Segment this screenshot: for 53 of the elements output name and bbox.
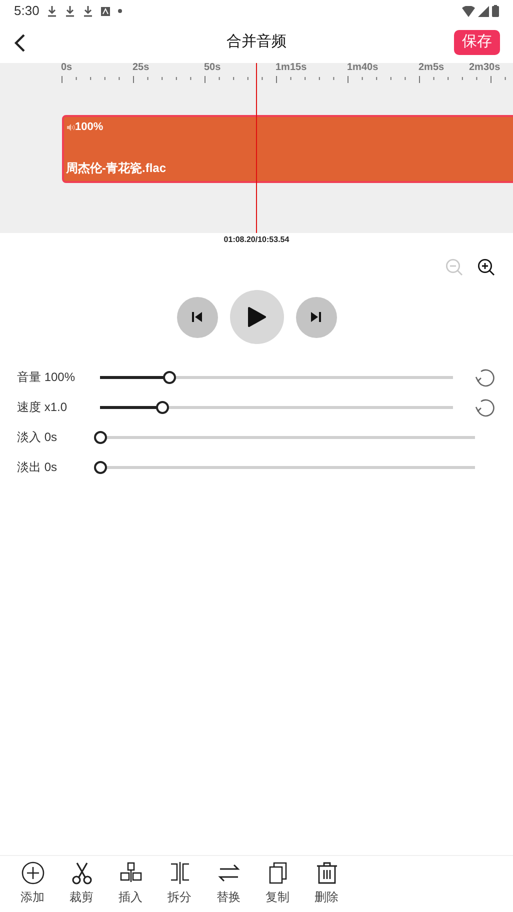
clip-name: 周杰伦-青花瓷.flac <box>66 162 166 174</box>
ruler-label: 2m30s <box>469 63 500 73</box>
ruler-label: 2m5s <box>418 63 444 73</box>
ruler-label: 50s <box>204 63 221 73</box>
slider-thumb[interactable] <box>156 400 170 414</box>
download-icon <box>47 5 58 17</box>
add-icon <box>20 861 44 885</box>
slider-thumb[interactable] <box>94 460 107 474</box>
blocks-icon <box>118 861 142 885</box>
slider-thumb[interactable] <box>94 430 107 444</box>
delete-button[interactable]: 删除 <box>302 861 351 906</box>
ruler-label: 25s <box>132 63 150 73</box>
wifi-icon <box>462 6 475 16</box>
replace-button[interactable]: 替换 <box>204 861 253 906</box>
slider-thumb[interactable] <box>163 370 176 384</box>
cut-button[interactable]: 裁剪 <box>57 861 106 906</box>
copy-button[interactable]: 复制 <box>253 861 302 906</box>
speaker-icon <box>67 124 75 131</box>
audio-clip[interactable]: 100% 周杰伦-青花瓷.flac <box>62 115 513 183</box>
ruler-label: 0s <box>61 63 72 73</box>
slider-track[interactable] <box>94 460 475 474</box>
download-icon <box>65 5 76 17</box>
ruler-label: 1m15s <box>276 63 307 73</box>
save-button[interactable]: 保存 <box>454 30 500 55</box>
playback-position: 01:08.20/10:53.54 <box>224 234 290 246</box>
insert-button[interactable]: 插入 <box>106 861 155 906</box>
signal-icon <box>478 6 489 16</box>
skip-forward-icon <box>311 312 321 322</box>
add-button[interactable]: 添加 <box>8 861 57 906</box>
play-icon <box>248 307 266 327</box>
zoom-in-button[interactable] <box>477 258 495 276</box>
split-button[interactable]: 拆分 <box>155 861 204 906</box>
status-time: 5:30 <box>14 2 40 20</box>
slider-label: 淡入 0s <box>17 429 58 446</box>
ruler-label: 1m40s <box>347 63 378 73</box>
reset-button[interactable] <box>475 397 495 417</box>
notification-icon <box>101 6 110 16</box>
clip-volume: 100% <box>75 120 104 135</box>
play-button[interactable] <box>230 290 284 344</box>
slider-label: 速度 x1.0 <box>17 399 68 416</box>
skip-back-icon <box>192 312 202 322</box>
previous-button[interactable] <box>176 296 218 338</box>
scissors-icon <box>70 861 94 885</box>
next-button[interactable] <box>296 296 336 338</box>
slider-track[interactable] <box>94 430 475 444</box>
slider-label: 音量 100% <box>17 369 76 386</box>
download-icon <box>83 5 94 17</box>
trash-icon <box>314 861 338 885</box>
dot-icon <box>118 9 122 13</box>
slider-label: 淡出 0s <box>17 459 58 476</box>
page-title: 合并音频 <box>226 32 286 52</box>
reset-button[interactable] <box>475 367 495 387</box>
battery-icon <box>492 5 499 17</box>
